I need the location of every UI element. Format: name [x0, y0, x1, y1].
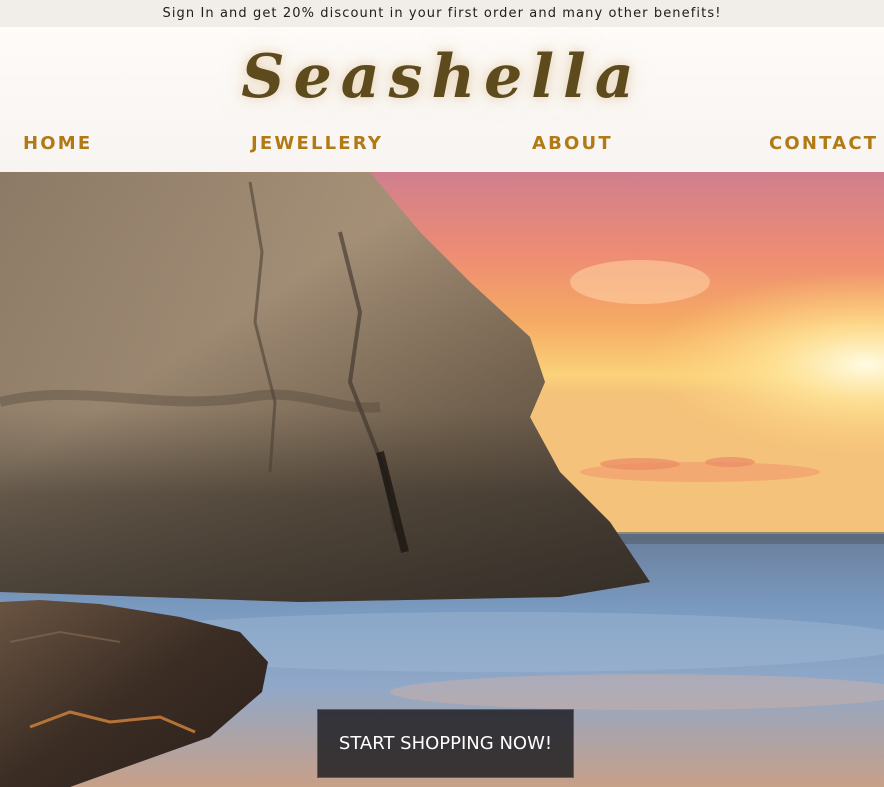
nav-item-jewellery[interactable]: JEWELLERY [251, 131, 383, 157]
site-header: Seashella HOME JEWELLERY ABOUT CONTACT [0, 27, 884, 172]
nav-item-about[interactable]: ABOUT [532, 131, 613, 157]
main-nav: HOME JEWELLERY ABOUT CONTACT [0, 131, 884, 161]
promo-text: Sign In and get 20% discount in your fir… [162, 6, 722, 21]
hero-image [0, 172, 884, 787]
nav-item-contact[interactable]: CONTACT [769, 131, 878, 157]
start-shopping-button[interactable]: START SHOPPING NOW! [317, 709, 574, 778]
nav-item-home[interactable]: HOME [23, 131, 92, 157]
brand-logo[interactable]: Seashella [0, 41, 884, 113]
promo-banner: Sign In and get 20% discount in your fir… [0, 0, 884, 27]
hero-banner: START SHOPPING NOW! [0, 172, 884, 787]
